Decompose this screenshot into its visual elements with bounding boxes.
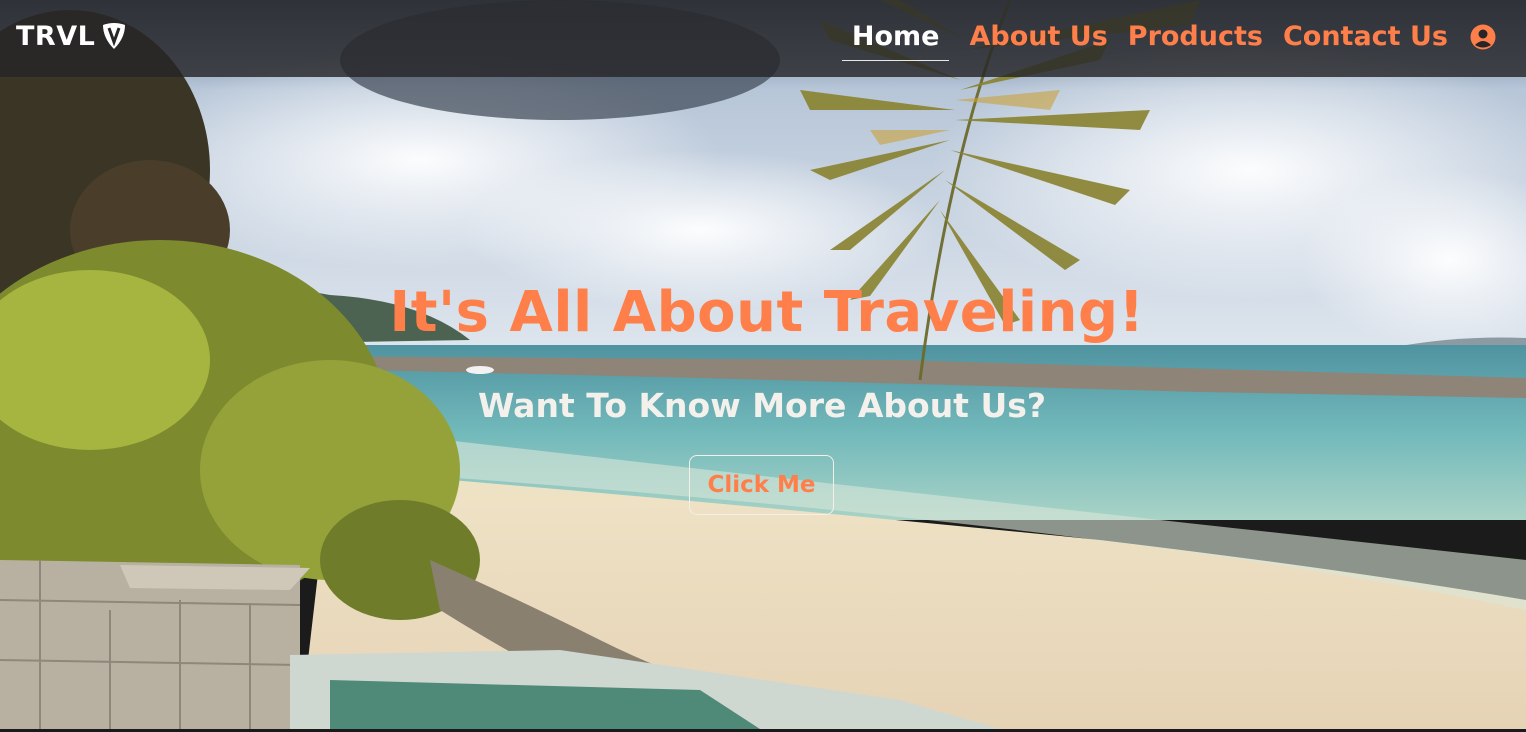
shield-v-icon [103,23,126,49]
nav-contact-us[interactable]: Contact Us [1283,21,1448,52]
hero-section [0,0,1526,729]
user-circle-icon[interactable] [1470,24,1496,50]
hero-title: It's All About Traveling! [389,280,1145,345]
brand-name: TRVL [16,20,96,52]
nav-home[interactable]: Home [841,21,950,61]
hero-subtitle: Want To Know More About Us? [477,386,1047,425]
brand-logo[interactable]: TRVL [16,18,127,54]
hero-background-image [0,0,1526,729]
nav-products[interactable]: Products [1128,21,1263,52]
nav-links: Home About Us Products Contact Us [822,14,1448,61]
click-me-button[interactable]: Click Me [689,455,834,515]
navbar: TRVL Home About Us Products Contact Us [0,0,1526,77]
nav-about-us[interactable]: About Us [969,21,1107,52]
